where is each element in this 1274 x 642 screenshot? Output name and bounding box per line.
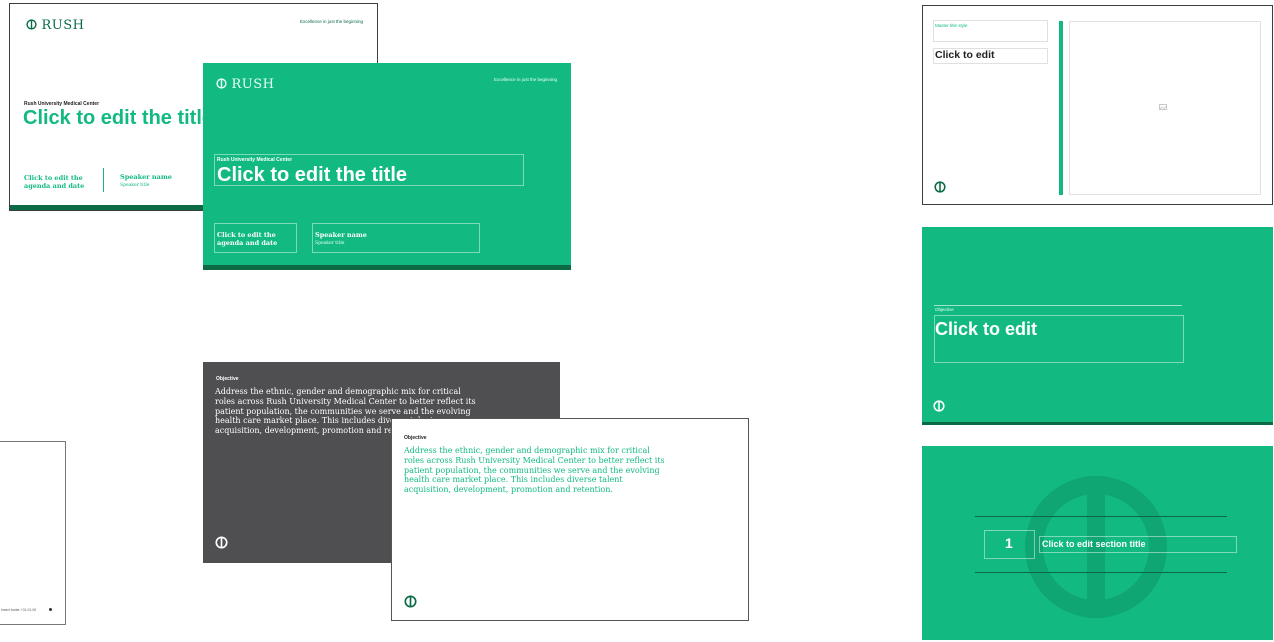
section-title-placeholder[interactable]: Click to edit section title (1042, 539, 1146, 549)
org-name: Rush University Medical Center (217, 157, 293, 163)
rush-emblem-icon (934, 181, 946, 193)
objective-title-slide[interactable]: Objective Click to edit (922, 227, 1273, 425)
title-slide-green[interactable]: RUSH Excellence in just the beginning Ru… (203, 63, 571, 270)
title-placeholder[interactable]: Click to edit (935, 49, 995, 61)
section-number: 1 (1005, 535, 1013, 551)
objective-body[interactable]: Address the ethnic, gender and demograph… (404, 446, 666, 495)
rule-line-top (975, 516, 1227, 517)
objective-label: Objective (935, 307, 954, 312)
tagline: Excellence in just the beginning (299, 19, 363, 24)
rush-emblem-icon (216, 78, 227, 89)
small-label: Master title style (935, 23, 968, 28)
accent-bar (1059, 21, 1063, 195)
footer-bar (203, 265, 571, 270)
speaker-name[interactable]: Speaker name (120, 173, 172, 181)
rush-emblem-icon (933, 400, 945, 412)
agenda-placeholder[interactable]: Click to edit the agenda and date (24, 174, 90, 190)
footer-bar (922, 422, 1273, 425)
agenda-placeholder[interactable]: Click to edit the agenda and date (217, 231, 289, 247)
objective-slide-white[interactable]: Objective Address the ethnic, gender and… (391, 418, 749, 621)
rush-logo: RUSH (216, 75, 274, 93)
picture-icon (1159, 104, 1167, 110)
rush-emblem-icon (404, 595, 417, 608)
rush-emblem-icon (215, 536, 228, 549)
speaker-name[interactable]: Speaker name (315, 231, 367, 239)
divider (103, 168, 104, 192)
objective-label: Objective (216, 376, 239, 382)
partial-slide[interactable]: Insert footer / 01.01.00 (0, 441, 66, 625)
speaker-title[interactable]: Speaker title (120, 183, 149, 188)
section-title-slide[interactable]: 1 Click to edit section title (922, 446, 1273, 640)
page-dot (49, 608, 52, 611)
title-placeholder[interactable]: Click to edit the title (217, 164, 407, 187)
rule-line-bottom (975, 572, 1227, 573)
footer-text: Insert footer / 01.01.00 (1, 608, 37, 612)
speaker-title[interactable]: Speaker title (315, 241, 344, 246)
title-placeholder[interactable]: Click to edit the title (23, 107, 213, 130)
image-placeholder[interactable] (1069, 21, 1261, 195)
rule-line (934, 305, 1182, 306)
objective-label: Objective (404, 435, 427, 441)
tagline: Excellence in just the beginning (493, 77, 557, 82)
brand-wordmark: RUSH (41, 18, 85, 33)
two-column-slide[interactable]: Master title style Click to edit (922, 5, 1273, 205)
brand-wordmark: RUSH (231, 77, 275, 92)
title-placeholder[interactable]: Click to edit (935, 319, 1037, 340)
rush-emblem-icon (26, 19, 37, 30)
rush-logo: RUSH (26, 16, 84, 34)
